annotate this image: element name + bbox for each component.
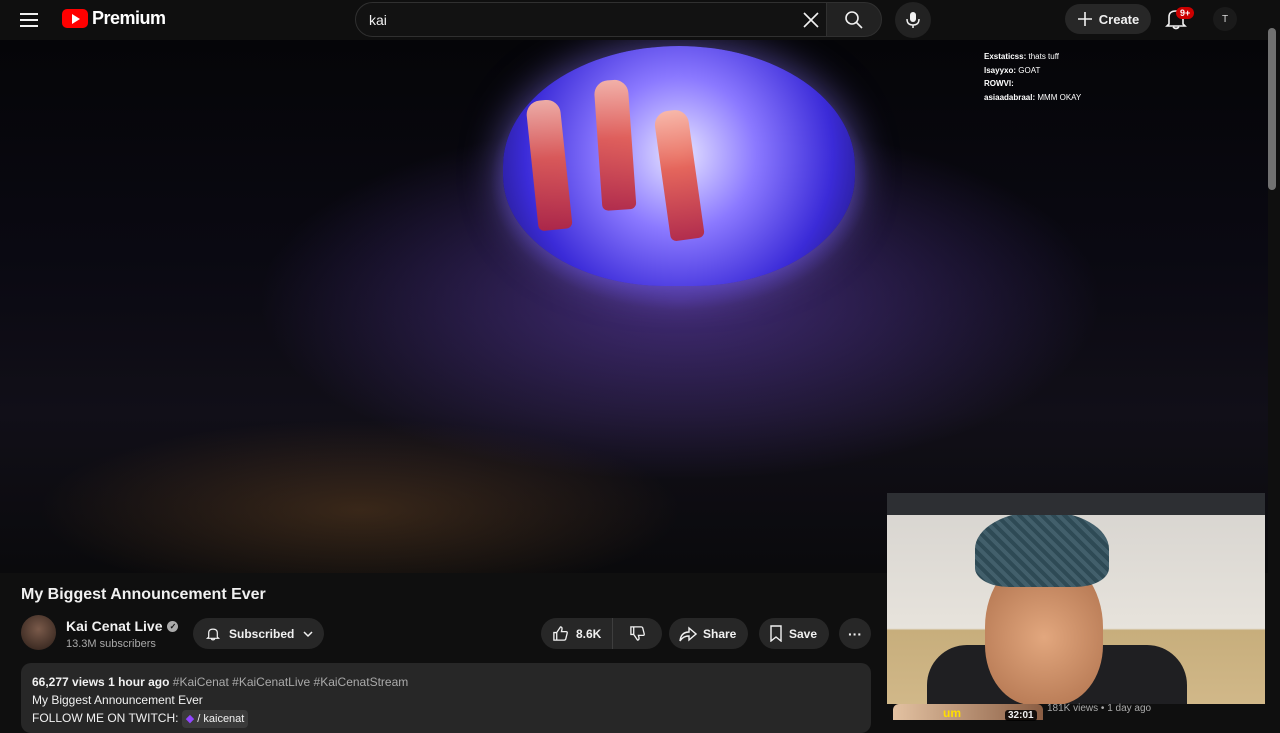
plus-icon xyxy=(1077,12,1092,26)
share-label: Share xyxy=(703,626,737,641)
search-input[interactable] xyxy=(369,11,789,28)
chat-message: lsayyxo: GOAT xyxy=(984,65,1041,75)
page-scrollbar[interactable] xyxy=(1268,28,1276,190)
top-bar: Premium Create 9+ T xyxy=(0,0,1280,40)
bell-icon xyxy=(205,627,221,640)
bookmark-icon xyxy=(770,625,782,642)
share-icon xyxy=(679,625,697,642)
share-button[interactable]: Share xyxy=(669,618,749,649)
channel-avatar[interactable] xyxy=(21,615,56,650)
subscriber-count: 13.3M subscribers xyxy=(66,638,156,650)
verified-icon: ✓ xyxy=(167,620,179,632)
account-avatar[interactable]: T xyxy=(1213,7,1237,31)
like-button[interactable]: 8.6K xyxy=(541,618,613,649)
channel-name-link[interactable]: Kai Cenat Live ✓ xyxy=(66,618,179,634)
chat-message: asiaadabraal: MMM OKAY xyxy=(984,92,1082,102)
microphone-icon xyxy=(906,12,920,28)
twitch-handle: / kaicenat xyxy=(197,713,245,725)
search-icon xyxy=(845,10,863,29)
twitch-prompt: FOLLOW ME ON TWITCH: xyxy=(32,711,179,725)
thumbs-down-icon xyxy=(629,626,645,641)
description-line: FOLLOW ME ON TWITCH: ◆ / kaicenat xyxy=(32,709,860,728)
upload-age: 1 hour ago xyxy=(108,675,170,689)
create-label: Create xyxy=(1098,11,1140,27)
webcam-beanie xyxy=(975,515,1109,587)
search-button[interactable] xyxy=(826,2,882,37)
description-meta: 66,277 views 1 hour ago #KaiCenat #KaiCe… xyxy=(32,673,860,691)
close-icon[interactable] xyxy=(802,11,820,29)
hashtags[interactable]: #KaiCenat #KaiCenatLive #KaiCenatStream xyxy=(173,675,408,689)
stream-chat-overlay: Exstaticss: thats tuff lsayyxo: GOAT ROW… xyxy=(984,50,1081,104)
more-actions-button[interactable]: ··· xyxy=(839,618,871,649)
video-duration: 32:01 xyxy=(1005,710,1037,721)
voice-search-button[interactable] xyxy=(895,2,931,38)
thumbnail-caption: um xyxy=(943,706,961,720)
save-button[interactable]: Save xyxy=(759,618,830,649)
more-horizontal-icon: ··· xyxy=(848,625,862,642)
chat-message: Exstaticss: thats tuff xyxy=(984,52,1060,61)
video-title: My Biggest Announcement Ever xyxy=(21,586,266,603)
youtube-logo[interactable]: Premium xyxy=(62,8,166,29)
twitch-icon: ◆ xyxy=(185,713,195,725)
thumbs-up-icon xyxy=(553,626,568,641)
like-count: 8.6K xyxy=(576,626,602,641)
recommended-video[interactable]: um 32:01 181K views • 1 day ago xyxy=(893,703,1267,721)
menu-icon[interactable] xyxy=(20,8,44,32)
subscribed-label: Subscribed xyxy=(229,626,295,641)
twitch-link[interactable]: ◆ / kaicenat xyxy=(181,710,249,728)
view-count: 66,277 views xyxy=(32,675,105,689)
like-dislike-group: 8.6K xyxy=(541,618,662,649)
subscribed-button[interactable]: Subscribed xyxy=(193,618,324,649)
description-box[interactable]: 66,277 views 1 hour ago #KaiCenat #KaiCe… xyxy=(21,663,871,733)
recommended-meta: 181K views • 1 day ago xyxy=(1047,703,1152,714)
save-label: Save xyxy=(789,626,818,641)
description-line: My Biggest Announcement Ever xyxy=(32,693,203,707)
chevron-down-icon xyxy=(303,630,313,637)
chat-message: ROWVI: xyxy=(984,79,1014,88)
notification-badge: 9+ xyxy=(1176,7,1195,19)
youtube-play-icon xyxy=(62,9,88,28)
search-box xyxy=(355,2,827,37)
recommended-thumbnail[interactable]: um 32:01 xyxy=(893,704,1043,721)
create-button[interactable]: Create xyxy=(1065,4,1151,34)
webcam-overlay xyxy=(887,493,1265,704)
channel-name: Kai Cenat Live xyxy=(66,618,163,634)
dislike-button[interactable] xyxy=(613,618,661,649)
logo-text: Premium xyxy=(92,8,166,28)
